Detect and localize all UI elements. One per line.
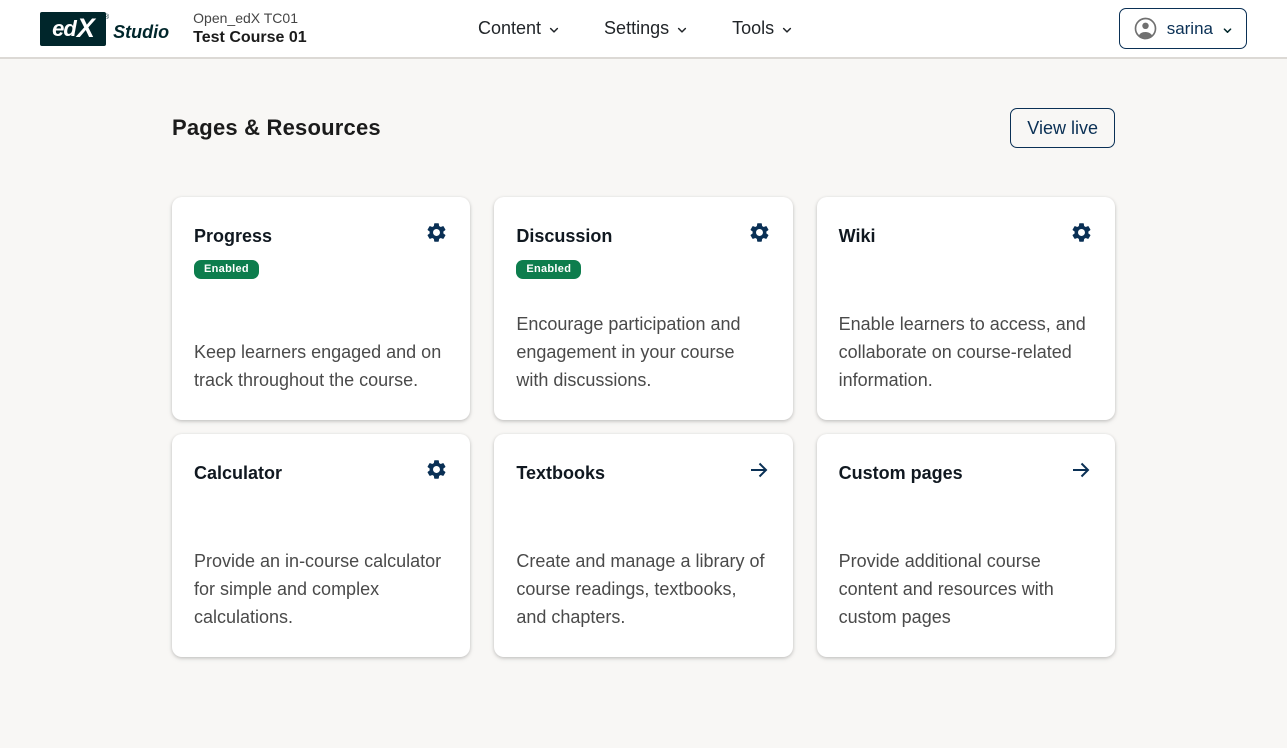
nav-tools-label: Tools [732,18,774,39]
gear-icon[interactable] [425,458,448,481]
page-head: Pages & Resources View live [172,108,1115,148]
course-org-number: Open_edX TC01 [193,9,307,27]
chevron-down-icon [781,24,793,36]
course-info: Open_edX TC01 Test Course 01 [193,9,307,49]
edx-logo-x: X [77,13,94,44]
card-title: Wiki [839,221,876,247]
card-custom-pages[interactable]: Custom pages Provide additional course c… [817,434,1115,657]
trademark-symbol: ® [104,14,109,21]
card-wiki[interactable]: Wiki Enable learners to access, and coll… [817,197,1115,420]
pages-resources-content: Pages & Resources View live Progress Ena… [172,108,1115,657]
avatar-icon [1133,16,1158,41]
edx-logo-ed: ed [52,16,76,42]
chevron-down-icon [1222,25,1233,36]
cards-grid: Progress Enabled Keep learners engaged a… [172,197,1115,657]
edx-logo: edX [40,12,106,46]
card-description: Provide additional course content and re… [839,547,1093,631]
card-title: Calculator [194,458,282,484]
status-badge: Enabled [194,260,259,279]
view-live-button[interactable]: View live [1010,108,1115,148]
arrow-right-icon[interactable] [1069,458,1093,482]
nav-settings[interactable]: Settings [604,18,688,39]
card-title: Custom pages [839,458,963,484]
card-description: Encourage participation and engagement i… [516,310,770,394]
gear-icon[interactable] [748,221,771,244]
card-title: Textbooks [516,458,605,484]
card-description: Create and manage a library of course re… [516,547,770,631]
header: edX ® Studio Open_edX TC01 Test Course 0… [0,0,1287,59]
arrow-right-icon[interactable] [747,458,771,482]
nav-content[interactable]: Content [478,18,560,39]
gear-icon[interactable] [1070,221,1093,244]
username-label: sarina [1167,19,1213,39]
card-description: Provide an in-course calculator for simp… [194,547,448,631]
chevron-down-icon [676,24,688,36]
nav-settings-label: Settings [604,18,669,39]
card-discussion[interactable]: Discussion Enabled Encourage participati… [494,197,792,420]
nav-tools[interactable]: Tools [732,18,793,39]
card-description: Enable learners to access, and collabora… [839,310,1093,394]
card-title: Discussion [516,221,612,247]
page-title: Pages & Resources [172,115,381,141]
course-title: Test Course 01 [193,28,307,49]
studio-home-logo[interactable]: edX ® Studio [40,12,169,46]
card-calculator[interactable]: Calculator Provide an in-course calculat… [172,434,470,657]
card-title: Progress [194,221,272,247]
card-description: Keep learners engaged and on track throu… [194,338,448,394]
status-badge: Enabled [516,260,581,279]
chevron-down-icon [548,24,560,36]
gear-icon[interactable] [425,221,448,244]
main-nav: Content Settings Tools [478,0,793,57]
user-menu-button[interactable]: sarina [1119,8,1247,49]
card-progress[interactable]: Progress Enabled Keep learners engaged a… [172,197,470,420]
studio-wordmark: Studio [113,22,169,43]
nav-content-label: Content [478,18,541,39]
card-textbooks[interactable]: Textbooks Create and manage a library of… [494,434,792,657]
